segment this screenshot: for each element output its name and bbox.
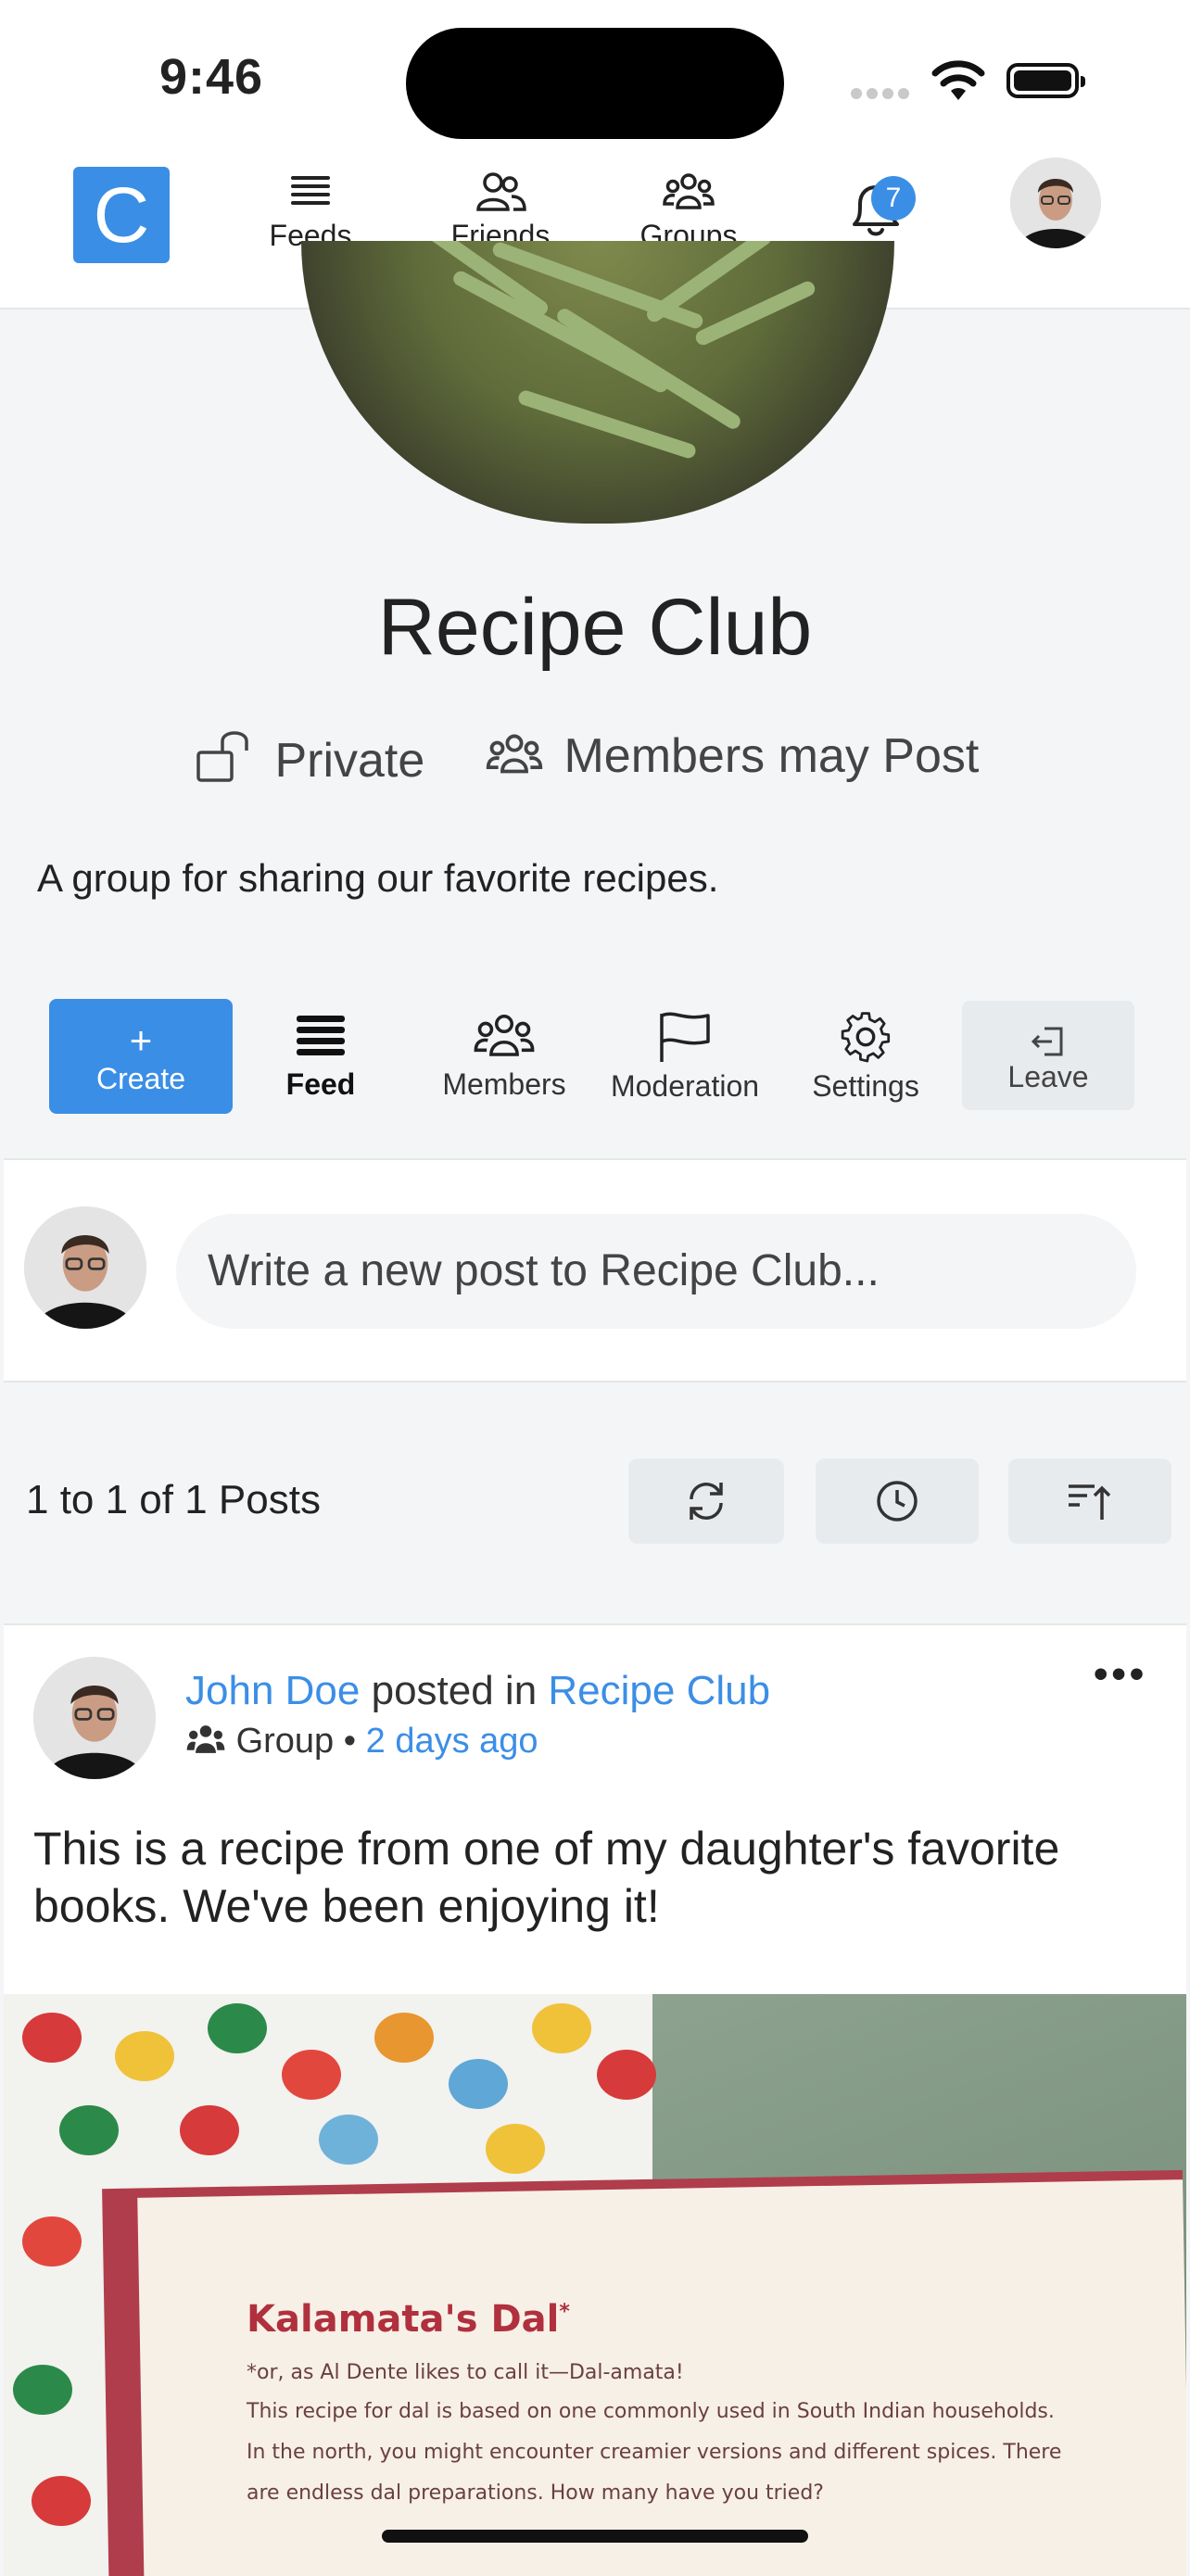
- tab-members-label: Members: [442, 1067, 566, 1101]
- wifi-icon: [931, 60, 985, 100]
- clock-icon: [877, 1481, 918, 1522]
- recipe-title: Kalamata's Dal*: [247, 2298, 570, 2341]
- avatar-photo: [24, 1206, 146, 1329]
- posting-label: Members may Post: [563, 729, 980, 783]
- leave-label: Leave: [1007, 1060, 1089, 1093]
- tab-members[interactable]: Members: [437, 1010, 571, 1102]
- group-description: A group for sharing our favorite recipes…: [37, 856, 719, 900]
- post-header: John Doe posted in Recipe Club: [185, 1668, 770, 1714]
- leave-button[interactable]: Leave: [962, 1001, 1134, 1110]
- tab-feed[interactable]: Feed: [274, 1010, 367, 1102]
- home-indicator: [382, 2530, 808, 2543]
- recipe-line-3: In the north, you might encounter creami…: [247, 2441, 1062, 2464]
- post-meta: Group • 2 days ago: [185, 1722, 538, 1762]
- tab-moderation-label: Moderation: [610, 1069, 760, 1103]
- unlock-icon: [196, 731, 248, 782]
- group-cover-image: [301, 241, 894, 524]
- battery-icon: [1006, 63, 1085, 98]
- sort-order-button[interactable]: [1008, 1458, 1171, 1544]
- cellular-signal-icon: [851, 87, 914, 104]
- tab-settings-label: Settings: [812, 1069, 919, 1103]
- time-sort-button[interactable]: [816, 1458, 979, 1544]
- posting-permission: Members may Post: [486, 728, 979, 784]
- avatar-photo: [33, 1657, 156, 1779]
- group-toolbar: + Create Feed Members Moderation Setting…: [0, 997, 1190, 1155]
- post-time-link[interactable]: 2 days ago: [366, 1722, 538, 1761]
- members-icon: [486, 734, 543, 774]
- new-post-input[interactable]: Write a new post to Recipe Club...: [176, 1214, 1136, 1329]
- feeds-icon: [291, 176, 330, 205]
- meta-separator: •: [343, 1722, 357, 1761]
- group-visibility-icon: [186, 1725, 225, 1753]
- leave-icon: [1031, 1027, 1063, 1056]
- status-bar: 9:46: [0, 0, 1190, 148]
- tab-settings[interactable]: Settings: [804, 1010, 927, 1104]
- post-author-avatar[interactable]: [33, 1657, 156, 1779]
- post-menu-icon[interactable]: •••: [1094, 1651, 1147, 1698]
- create-label: Create: [95, 1062, 186, 1095]
- post-action-text: posted in: [371, 1668, 538, 1713]
- dynamic-island: [406, 28, 784, 139]
- post-group-link[interactable]: Recipe Club: [548, 1668, 770, 1713]
- friends-icon: [476, 172, 526, 211]
- post-card: John Doe posted in Recipe Club Group • 2…: [4, 1623, 1186, 2576]
- composer-avatar: [24, 1206, 146, 1329]
- post-image[interactable]: Kalamata's Dal* *or, as Al Dente likes t…: [4, 1994, 1186, 2576]
- avatar-photo: [1010, 158, 1101, 248]
- privacy-status: Private: [195, 728, 424, 789]
- groups-icon: [663, 173, 715, 209]
- create-button[interactable]: + Create: [49, 999, 233, 1114]
- user-avatar[interactable]: [1010, 158, 1101, 248]
- tab-moderation[interactable]: Moderation: [606, 1010, 764, 1104]
- post-composer: Write a new post to Recipe Club...: [4, 1158, 1186, 1383]
- members-tab-icon: [474, 1015, 535, 1056]
- recipe-line-4: are endless dal preparations. How many h…: [247, 2481, 824, 2505]
- group-title: Recipe Club: [377, 583, 813, 672]
- refresh-icon: [690, 1483, 723, 1520]
- tab-feed-label: Feed: [285, 1067, 356, 1101]
- post-author-link[interactable]: John Doe: [185, 1668, 360, 1713]
- sort-ascending-icon: [1069, 1484, 1111, 1520]
- plus-icon: +: [129, 1018, 153, 1062]
- gear-icon: [841, 1012, 891, 1063]
- recipe-line-1: *or, as Al Dente likes to call it—Dal-am…: [247, 2361, 684, 2384]
- recipe-line-2: This recipe for dal is based on one comm…: [247, 2400, 1055, 2423]
- feed-icon: [297, 1016, 345, 1055]
- privacy-label: Private: [274, 734, 425, 788]
- app-logo[interactable]: C: [73, 167, 170, 263]
- flag-icon: [660, 1012, 710, 1062]
- status-time: 9:46: [159, 49, 264, 105]
- post-visibility: Group: [235, 1722, 335, 1761]
- refresh-button[interactable]: [628, 1458, 784, 1544]
- post-count: 1 to 1 of 1 Posts: [26, 1477, 321, 1522]
- notification-badge: 7: [871, 176, 916, 221]
- post-text: This is a recipe from one of my daughter…: [33, 1823, 1060, 1932]
